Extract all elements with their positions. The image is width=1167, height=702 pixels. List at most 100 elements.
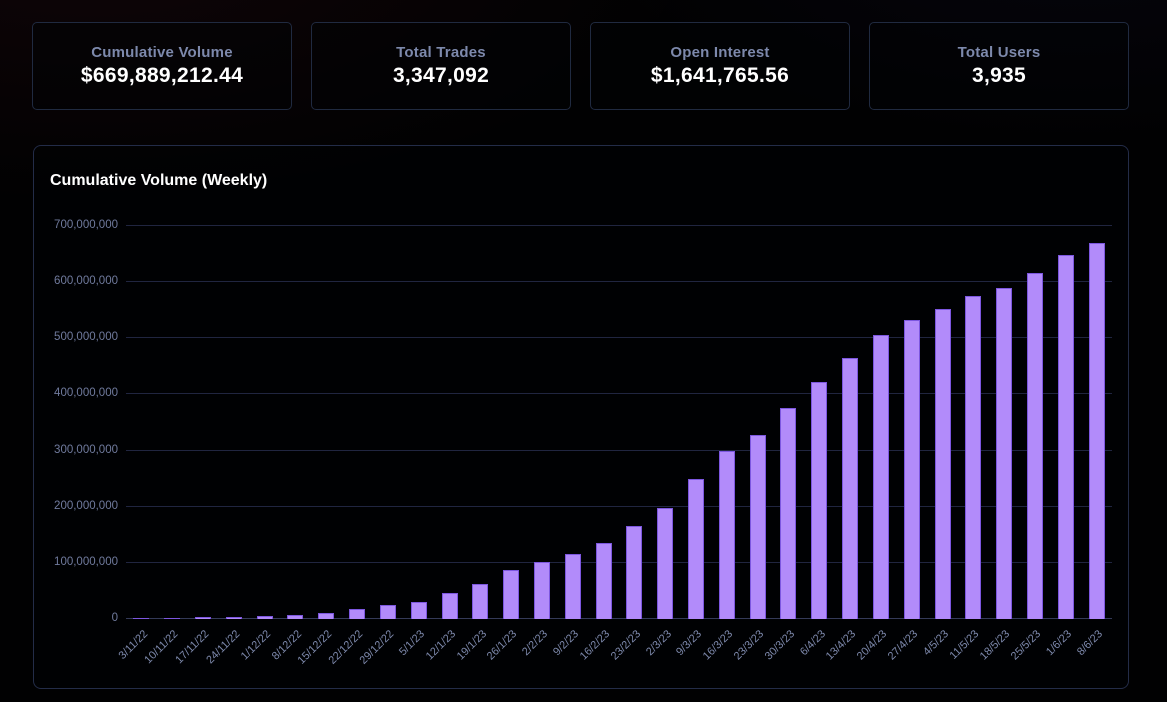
x-tick-label: 19/1/23 bbox=[454, 628, 489, 663]
bar-25/5/23[interactable] bbox=[1026, 272, 1043, 619]
bar-slot bbox=[619, 226, 650, 619]
bar-slot bbox=[403, 226, 434, 619]
stat-value: $1,641,765.56 bbox=[650, 64, 790, 87]
x-tick-label: 2/2/23 bbox=[520, 628, 551, 659]
x-tick-label: 26/1/23 bbox=[485, 628, 520, 663]
bar-9/3/23[interactable] bbox=[688, 478, 705, 619]
plot-area: 0 100,000,000 200,000,000 300,000,000 400,00… bbox=[54, 219, 1112, 667]
y-tick-label: 400,000,000 bbox=[54, 387, 118, 400]
bars-layer bbox=[126, 226, 1112, 619]
bar-slot bbox=[742, 226, 773, 619]
bar-23/2/23[interactable] bbox=[626, 525, 643, 619]
y-tick-label: 600,000,000 bbox=[54, 275, 118, 288]
stat-card-total-users: Total Users 3,935 bbox=[869, 22, 1129, 110]
bar-slot bbox=[650, 226, 681, 619]
bar-slot bbox=[927, 226, 958, 619]
y-tick-label: 200,000,000 bbox=[54, 499, 118, 512]
x-tick-label: 8/6/23 bbox=[1074, 628, 1106, 659]
bar-18/5/23[interactable] bbox=[996, 288, 1013, 619]
bar-29/12/22[interactable] bbox=[379, 604, 396, 619]
x-tick-label: 16/3/23 bbox=[700, 628, 736, 663]
bar-slot bbox=[434, 226, 465, 619]
bar-slot bbox=[1020, 226, 1051, 619]
bar-16/2/23[interactable] bbox=[595, 543, 612, 619]
bar-slot bbox=[188, 226, 219, 619]
x-tick-label: 27/4/23 bbox=[885, 628, 921, 663]
bar-slot bbox=[249, 226, 280, 619]
bar-slot bbox=[989, 226, 1020, 619]
x-tick-label: 17/11/22 bbox=[173, 628, 212, 667]
bar-12/1/23[interactable] bbox=[441, 592, 458, 619]
x-tick-label: 1/12/22 bbox=[238, 628, 274, 663]
bar-1/6/23[interactable] bbox=[1057, 254, 1074, 619]
stat-card-cumulative-volume: Cumulative Volume $669,889,212.44 bbox=[32, 22, 292, 110]
bar-2/3/23[interactable] bbox=[657, 508, 674, 619]
bar-slot bbox=[342, 226, 373, 619]
bar-slot bbox=[311, 226, 342, 619]
x-tick-label: 2/3/23 bbox=[643, 628, 674, 659]
bar-26/1/23[interactable] bbox=[503, 569, 520, 619]
x-tick-label: 30/3/23 bbox=[762, 628, 797, 663]
bar-slot bbox=[896, 226, 927, 619]
x-tick-label: 1/6/23 bbox=[1044, 628, 1075, 659]
bar-11/5/23[interactable] bbox=[965, 296, 982, 619]
bar-slot bbox=[1050, 226, 1081, 619]
bar-slot bbox=[373, 226, 404, 619]
bar-22/12/22[interactable] bbox=[349, 609, 366, 619]
bar-8/6/23[interactable] bbox=[1088, 242, 1105, 619]
dashboard-page: { "stats": [ { "label": "Cumulative Volu… bbox=[0, 0, 1167, 702]
bar-slot bbox=[280, 226, 311, 619]
stat-label: Total Trades bbox=[396, 44, 486, 61]
bar-4/5/23[interactable] bbox=[934, 308, 951, 619]
bar-6/4/23[interactable] bbox=[811, 382, 828, 619]
bar-9/2/23[interactable] bbox=[564, 554, 581, 619]
bar-slot bbox=[1081, 226, 1112, 619]
stat-card-open-interest: Open Interest $1,641,765.56 bbox=[590, 22, 850, 110]
bar-16/3/23[interactable] bbox=[718, 451, 735, 619]
bar-5/1/23[interactable] bbox=[410, 601, 427, 619]
bar-slot bbox=[496, 226, 527, 619]
bar-slot bbox=[218, 226, 249, 619]
bar-slot bbox=[157, 226, 188, 619]
cumulative-volume-chart-card: Cumulative Volume (Weekly) 0 100,000,000 2… bbox=[33, 145, 1129, 689]
bar-slot bbox=[958, 226, 989, 619]
bar-20/4/23[interactable] bbox=[872, 335, 889, 619]
y-tick-label: 500,000,000 bbox=[54, 331, 118, 344]
x-axis-labels: 3/11/22 10/11/22 17/11/22 24/11/22 1/12/22 8/… bbox=[116, 619, 1112, 689]
stat-label: Open Interest bbox=[670, 44, 770, 61]
stat-card-total-trades: Total Trades 3,347,092 bbox=[311, 22, 571, 110]
bar-slot bbox=[557, 226, 588, 619]
bar-slot bbox=[866, 226, 897, 619]
x-tick-label: 13/4/23 bbox=[824, 628, 859, 663]
stat-label: Total Users bbox=[957, 44, 1041, 61]
stat-value: 3,347,092 bbox=[392, 64, 490, 87]
stats-row: Cumulative Volume $669,889,212.44 Total … bbox=[32, 22, 1129, 110]
bar-slot bbox=[681, 226, 712, 619]
x-tick-label: 23/2/23 bbox=[608, 628, 643, 663]
bar-13/4/23[interactable] bbox=[842, 357, 859, 619]
y-tick-label: 0 bbox=[111, 612, 118, 624]
stat-label: Cumulative Volume bbox=[91, 44, 233, 61]
y-tick-label: 700,000,000 bbox=[54, 219, 118, 231]
bar-2/2/23[interactable] bbox=[533, 562, 550, 619]
bar-19/1/23[interactable] bbox=[472, 584, 489, 619]
bar-23/3/23[interactable] bbox=[749, 434, 766, 619]
y-tick-label: 300,000,000 bbox=[54, 443, 118, 456]
x-tick-label: 20/4/23 bbox=[854, 628, 890, 663]
bar-slot bbox=[588, 226, 619, 619]
bar-30/3/23[interactable] bbox=[780, 408, 797, 619]
x-tick-label: 16/2/23 bbox=[577, 628, 613, 663]
bar-slot bbox=[804, 226, 835, 619]
stat-value: 3,935 bbox=[971, 64, 1027, 87]
bar-slot bbox=[835, 226, 866, 619]
chart-title: Cumulative Volume (Weekly) bbox=[50, 172, 268, 189]
bar-slot bbox=[465, 226, 496, 619]
x-tick-label: 25/5/23 bbox=[1009, 628, 1044, 663]
x-tick-label: 12/1/23 bbox=[423, 628, 459, 663]
x-tick-label: 23/3/23 bbox=[731, 628, 767, 663]
x-tick-label: 11/5/23 bbox=[947, 628, 982, 662]
x-tick-label: 18/5/23 bbox=[978, 628, 1013, 663]
bar-27/4/23[interactable] bbox=[903, 319, 920, 619]
bar-slot bbox=[527, 226, 558, 619]
bar-slot bbox=[773, 226, 804, 619]
